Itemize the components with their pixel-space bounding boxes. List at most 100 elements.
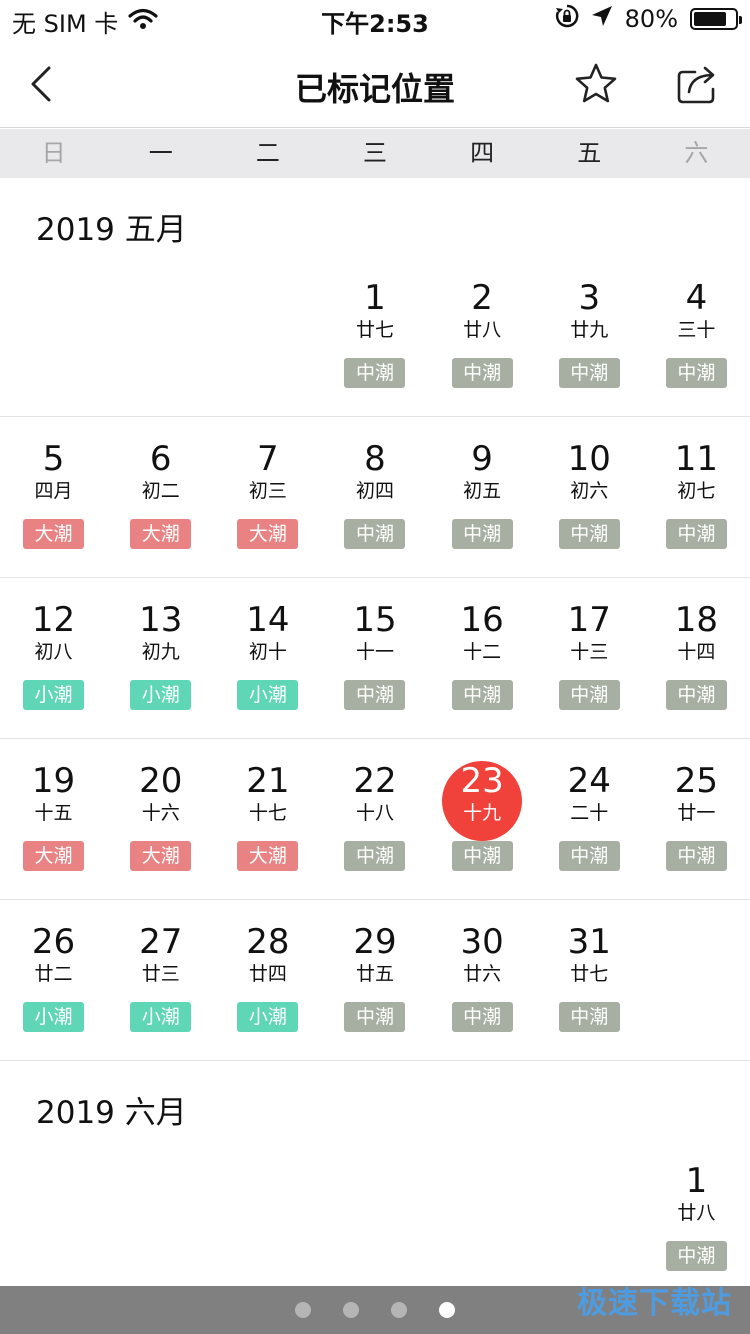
weekday-label: 四: [470, 139, 495, 167]
lunar-date: 三十: [677, 319, 716, 341]
day-cell[interactable]: 13 初九 小潮: [107, 578, 214, 738]
day-number: 24: [567, 761, 611, 801]
bottom-bar: 极速下载站: [0, 1286, 750, 1334]
favorite-button[interactable]: [570, 58, 622, 110]
week-row: 1 廿七 中潮 2 廿八 中潮 3 廿九 中潮 4 三十 中潮: [0, 256, 750, 417]
weekday-label: 一: [148, 139, 173, 167]
day-cell[interactable]: 16 十二 中潮: [429, 578, 536, 738]
day-cell[interactable]: 25 廿一 中潮: [643, 739, 750, 899]
tide-badge: 小潮: [130, 1002, 192, 1032]
day-cell[interactable]: 29 廿五中潮: [321, 900, 428, 1060]
day-number: 11: [674, 439, 719, 479]
lunar-date: 初九: [141, 641, 180, 663]
battery-level: [694, 12, 726, 26]
lunar-date: 十五: [34, 802, 73, 824]
day-number: 1: [685, 1161, 708, 1201]
tide-badge: 大潮: [237, 841, 299, 871]
lunar-date: 初二: [141, 480, 180, 502]
month-header: 2019 六月: [36, 1095, 187, 1131]
day-number: 31: [567, 922, 611, 962]
day-number: 8: [364, 439, 386, 479]
tide-badge: 中潮: [665, 680, 727, 710]
star-icon: [575, 63, 617, 103]
day-number: 4: [685, 278, 708, 318]
day-cell[interactable]: 7 初三 大潮: [214, 417, 321, 577]
tide-badge: 中潮: [344, 358, 406, 388]
day-cell[interactable]: 31 廿七 中潮: [536, 900, 643, 1060]
day-number: 5: [42, 439, 65, 479]
day-cell-today[interactable]: 23 十九 中潮: [429, 739, 536, 899]
day-cell[interactable]: 1 廿八 中潮: [643, 1139, 750, 1299]
day-cell[interactable]: 19 十五 大潮: [0, 739, 107, 899]
day-number: 13: [139, 600, 183, 640]
tide-badge: 中潮: [665, 841, 727, 871]
lunar-date: 廿七: [570, 963, 609, 985]
day-cell[interactable]: 5 四月 大潮: [0, 417, 107, 577]
day-number: 18: [674, 600, 719, 640]
lunar-date: 四月: [34, 480, 73, 502]
tide-badge: 大潮: [130, 519, 192, 549]
day-number: 23: [460, 761, 504, 801]
day-number: 12: [31, 600, 76, 640]
rotation-lock-icon: [555, 4, 579, 34]
tide-badge: 小潮: [237, 1002, 299, 1032]
page-dot[interactable]: [343, 1302, 359, 1318]
day-number: 29: [353, 922, 397, 962]
day-cell[interactable]: 12 初八 小潮: [0, 578, 107, 738]
day-cell[interactable]: 9 初五 中潮: [429, 417, 536, 577]
day-number: 1: [364, 278, 386, 318]
day-cell[interactable]: 2 廿八 中潮: [429, 256, 536, 416]
tide-badge: 大潮: [237, 519, 299, 549]
day-cell[interactable]: 20 十六 大潮: [107, 739, 214, 899]
day-cell[interactable]: 11 初七 中潮: [643, 417, 750, 577]
lunar-date: 十三: [570, 641, 609, 663]
lunar-date: 初十: [248, 641, 287, 663]
day-cell[interactable]: 1 廿七 中潮: [321, 256, 428, 416]
day-number: 22: [353, 761, 397, 801]
day-number: 15: [353, 600, 397, 640]
day-cell[interactable]: 22 十八中潮: [321, 739, 428, 899]
page-dot[interactable]: [295, 1302, 311, 1318]
day-cell[interactable]: 14 初十 小潮: [214, 578, 321, 738]
day-cell[interactable]: 17 十三 中潮: [536, 578, 643, 738]
lunar-date: 廿九: [570, 319, 609, 341]
day-cell[interactable]: 4 三十 中潮: [643, 256, 750, 416]
location-arrow-icon: [591, 5, 613, 33]
weekday-label: 三: [362, 139, 387, 167]
weekday-header: 日一二三四五六: [0, 129, 750, 178]
lunar-date: 十八: [355, 802, 394, 824]
tide-badge: 中潮: [665, 519, 727, 549]
month-header: 2019 五月: [36, 212, 187, 248]
day-cell[interactable]: 27 廿三 小潮: [107, 900, 214, 1060]
tide-badge: 中潮: [451, 358, 513, 388]
day-cell[interactable]: 18 十四 中潮: [643, 578, 750, 738]
lunar-date: 廿八: [677, 1202, 716, 1224]
day-cell[interactable]: 26 廿二 小潮: [0, 900, 107, 1060]
lunar-date: 廿二: [34, 963, 73, 985]
tide-badge: 中潮: [558, 519, 620, 549]
lunar-date: 初六: [570, 480, 609, 502]
day-cell[interactable]: 6 初二 大潮: [107, 417, 214, 577]
share-button[interactable]: [672, 58, 724, 110]
battery-icon: [690, 8, 742, 30]
weekday-label: 五: [577, 139, 602, 167]
tide-badge: 中潮: [451, 1002, 513, 1032]
tide-badge: 中潮: [451, 680, 513, 710]
weekday-label: 六: [684, 139, 709, 167]
day-cell[interactable]: 21 十七 大潮: [214, 739, 321, 899]
day-cell[interactable]: 10 初六 中潮: [536, 417, 643, 577]
lunar-date: 廿五: [355, 963, 394, 985]
day-cell[interactable]: 3 廿九 中潮: [536, 256, 643, 416]
tide-badge: 中潮: [344, 841, 406, 871]
page-dot[interactable]: [391, 1302, 407, 1318]
day-cell[interactable]: 15 十一 中潮: [321, 578, 428, 738]
tide-badge: 中潮: [344, 1002, 406, 1032]
day-number: 21: [246, 761, 290, 801]
tide-badge: 大潮: [130, 841, 192, 871]
day-cell[interactable]: 30 廿六 中潮: [429, 900, 536, 1060]
day-cell[interactable]: 28 廿四 小潮: [214, 900, 321, 1060]
page-dot-active[interactable]: [439, 1302, 455, 1318]
day-cell[interactable]: 8 初四 中潮: [321, 417, 428, 577]
day-cell[interactable]: 24 二十 中潮: [536, 739, 643, 899]
day-number: 28: [246, 922, 290, 962]
